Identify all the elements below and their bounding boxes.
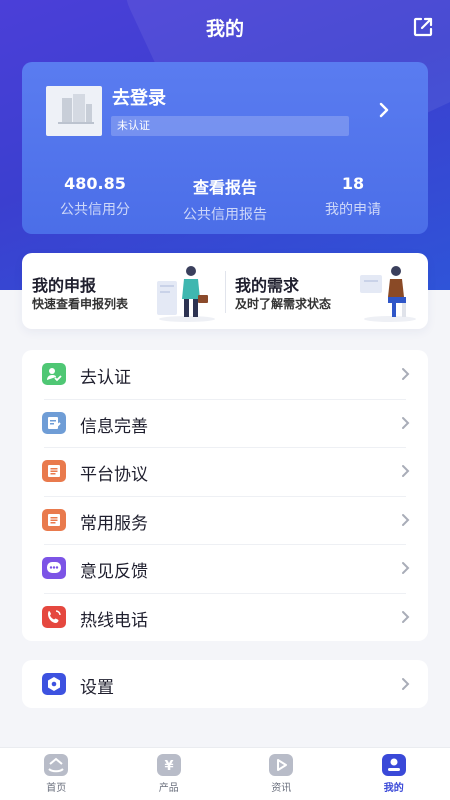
stat-value: 480.85 (64, 174, 126, 193)
stat-label: 我的申请 (325, 202, 381, 218)
chevron-right-icon[interactable] (378, 102, 390, 118)
tab-news[interactable]: 资讯 (225, 754, 338, 794)
menu-item-feedback[interactable]: 意见反馈 (22, 544, 428, 593)
tab-home[interactable]: 首页 (0, 754, 113, 794)
profile-card[interactable]: 去登录 未认证 480.85 公共信用分 查看报告 公共信用报告 18 我的申请 (22, 62, 428, 234)
login-link[interactable]: 去登录 (112, 84, 166, 110)
feedback-icon (42, 557, 66, 579)
stat-label: 公共信用分 (60, 202, 130, 218)
tab-product[interactable]: ¥ 产品 (113, 754, 226, 794)
tab-profile[interactable]: 我的 (338, 754, 450, 794)
verification-status-badge: 未认证 (111, 116, 349, 136)
stat-credit-score[interactable]: 480.85 公共信用分 (30, 174, 160, 219)
chevron-right-icon (402, 368, 410, 380)
tab-label: 产品 (158, 783, 179, 794)
home-icon (44, 754, 69, 776)
chevron-right-icon (402, 513, 410, 526)
stat-value: 查看报告 (192, 178, 257, 197)
settings-section: 设置 (22, 660, 428, 708)
share-icon[interactable] (412, 16, 434, 38)
menu-item-label: 意见反馈 (80, 562, 148, 582)
person-presenting-illustration (157, 266, 215, 322)
menu-item-label: 平台协议 (80, 465, 148, 485)
entry-subtitle: 快速查看申报列表 (32, 297, 129, 311)
bottom-tab-bar: 首页 ¥ 产品 资讯 我的 (0, 747, 450, 800)
stat-credit-report[interactable]: 查看报告 公共信用报告 (160, 174, 290, 224)
page-title: 我的 (205, 18, 244, 40)
entry-title: 我的申报 (32, 276, 97, 295)
menu-item-label: 设置 (80, 678, 114, 698)
avatar (46, 86, 102, 136)
settings-icon (42, 673, 66, 695)
services-icon (42, 508, 66, 531)
menu-item-label: 去认证 (80, 368, 131, 388)
agreement-icon (42, 460, 66, 482)
person-sitting-illustration (360, 266, 416, 322)
menu-item-settings[interactable]: 设置 (22, 660, 428, 709)
news-icon (269, 754, 294, 776)
hotline-icon (42, 605, 66, 628)
stat-value: 18 (341, 174, 365, 193)
menu-list: 去认证 信息完善 平台协议 常用服务 意见反馈 热线电话 (22, 350, 428, 641)
verify-icon (42, 363, 66, 385)
my-declarations-entry[interactable]: 我的申报 快速查看申报列表 (22, 253, 225, 329)
chevron-right-icon (402, 678, 410, 690)
my-needs-entry[interactable]: 我的需求 及时了解需求状态 (225, 253, 428, 329)
chevron-right-icon (402, 465, 410, 477)
tab-label: 我的 (383, 783, 404, 794)
menu-item-hotline[interactable]: 热线电话 (22, 592, 428, 642)
menu-item-label: 常用服务 (80, 513, 148, 534)
menu-item-verify[interactable]: 去认证 (22, 350, 428, 399)
product-icon: ¥ (156, 754, 181, 776)
menu-item-info[interactable]: 信息完善 (22, 398, 428, 448)
tab-label: 资讯 (271, 783, 292, 794)
tab-label: 首页 (46, 783, 67, 794)
menu-item-label: 热线电话 (80, 610, 148, 631)
building-avatar-icon (58, 94, 94, 124)
profile-icon (381, 754, 406, 776)
menu-item-label: 信息完善 (80, 416, 148, 437)
menu-item-services[interactable]: 常用服务 (22, 495, 428, 545)
menu-item-agreement[interactable]: 平台协议 (22, 447, 428, 496)
chevron-right-icon (402, 416, 410, 429)
edit-info-icon (42, 411, 66, 434)
chevron-right-icon (402, 610, 410, 623)
svg-text:¥: ¥ (164, 759, 173, 774)
entry-title: 我的需求 (235, 276, 300, 295)
stat-my-applications[interactable]: 18 我的申请 (288, 174, 418, 219)
stat-label: 公共信用报告 (183, 207, 267, 223)
entry-subtitle: 及时了解需求状态 (235, 297, 332, 311)
quick-entries: 我的申报 快速查看申报列表 我的需求 及时了解需求状态 (22, 253, 428, 329)
chevron-right-icon (402, 562, 410, 574)
